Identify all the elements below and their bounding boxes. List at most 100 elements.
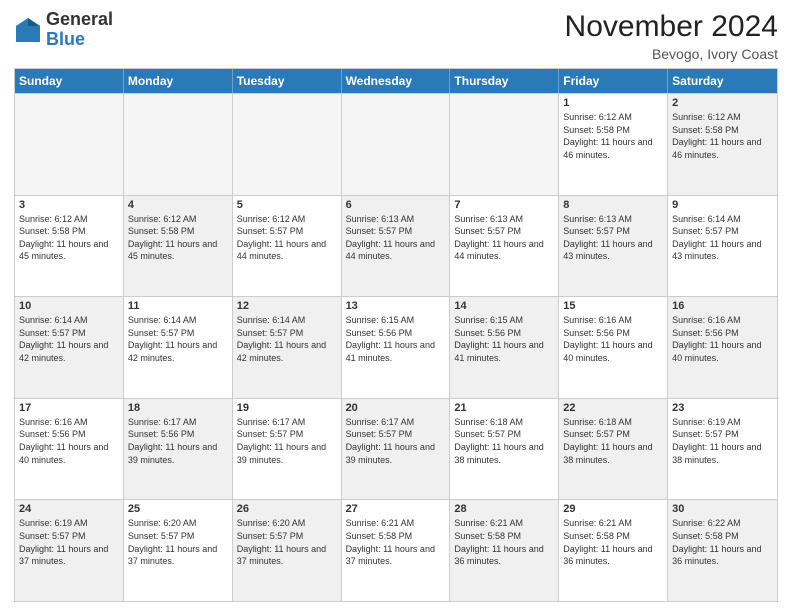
calendar-cell: [124, 94, 233, 195]
calendar-cell: [233, 94, 342, 195]
month-title: November 2024: [565, 10, 778, 44]
header-friday: Friday: [559, 69, 668, 93]
calendar-row-2: 3 Sunrise: 6:12 AM Sunset: 5:58 PM Daylig…: [15, 195, 777, 297]
calendar-cell: 20 Sunrise: 6:17 AM Sunset: 5:57 PM Dayli…: [342, 399, 451, 500]
logo-icon: [14, 16, 42, 44]
cell-info: Sunrise: 6:17 AM Sunset: 5:57 PM Dayligh…: [346, 416, 446, 466]
logo: General Blue: [14, 10, 113, 50]
cell-info: Sunrise: 6:18 AM Sunset: 5:57 PM Dayligh…: [563, 416, 663, 466]
calendar-cell: 11 Sunrise: 6:14 AM Sunset: 5:57 PM Dayli…: [124, 297, 233, 398]
cell-info: Sunrise: 6:20 AM Sunset: 5:57 PM Dayligh…: [237, 517, 337, 567]
cell-info: Sunrise: 6:12 AM Sunset: 5:57 PM Dayligh…: [237, 213, 337, 263]
cell-info: Sunrise: 6:22 AM Sunset: 5:58 PM Dayligh…: [672, 517, 773, 567]
day-number: 8: [563, 199, 663, 211]
calendar-cell: [342, 94, 451, 195]
cell-info: Sunrise: 6:21 AM Sunset: 5:58 PM Dayligh…: [454, 517, 554, 567]
calendar-cell: 24 Sunrise: 6:19 AM Sunset: 5:57 PM Dayli…: [15, 500, 124, 601]
day-number: 22: [563, 402, 663, 414]
cell-info: Sunrise: 6:16 AM Sunset: 5:56 PM Dayligh…: [672, 314, 773, 364]
calendar-cell: 18 Sunrise: 6:17 AM Sunset: 5:56 PM Dayli…: [124, 399, 233, 500]
calendar-cell: 3 Sunrise: 6:12 AM Sunset: 5:58 PM Daylig…: [15, 196, 124, 297]
day-number: 1: [563, 97, 663, 109]
day-number: 24: [19, 503, 119, 515]
page: General Blue November 2024 Bevogo, Ivory…: [0, 0, 792, 612]
day-number: 10: [19, 300, 119, 312]
calendar-cell: 4Sunrise: 6:12 AM Sunset: 5:58 PM Daylig…: [124, 196, 233, 297]
cell-info: Sunrise: 6:17 AM Sunset: 5:56 PM Dayligh…: [128, 416, 228, 466]
calendar-cell: 23Sunrise: 6:19 AM Sunset: 5:57 PM Dayli…: [668, 399, 777, 500]
calendar-cell: [15, 94, 124, 195]
day-number: 7: [454, 199, 554, 211]
calendar-cell: 2Sunrise: 6:12 AM Sunset: 5:58 PM Daylig…: [668, 94, 777, 195]
cell-info: Sunrise: 6:16 AM Sunset: 5:56 PM Dayligh…: [19, 416, 119, 466]
cell-info: Sunrise: 6:16 AM Sunset: 5:56 PM Dayligh…: [563, 314, 663, 364]
calendar-header: Sunday Monday Tuesday Wednesday Thursday…: [15, 69, 777, 93]
calendar-cell: 5 Sunrise: 6:12 AM Sunset: 5:57 PM Daylig…: [233, 196, 342, 297]
day-number: 28: [454, 503, 554, 515]
day-number: 27: [346, 503, 446, 515]
cell-info: Sunrise: 6:17 AM Sunset: 5:57 PM Dayligh…: [237, 416, 337, 466]
logo-text: General Blue: [46, 10, 113, 50]
header: General Blue November 2024 Bevogo, Ivory…: [14, 10, 778, 62]
day-number: 5: [237, 199, 337, 211]
calendar-cell: 27Sunrise: 6:21 AM Sunset: 5:58 PM Dayli…: [342, 500, 451, 601]
calendar-cell: 16 Sunrise: 6:16 AM Sunset: 5:56 PM Dayli…: [668, 297, 777, 398]
calendar-cell: 22 Sunrise: 6:18 AM Sunset: 5:57 PM Dayli…: [559, 399, 668, 500]
day-number: 20: [346, 402, 446, 414]
day-number: 15: [563, 300, 663, 312]
day-number: 18: [128, 402, 228, 414]
cell-info: Sunrise: 6:12 AM Sunset: 5:58 PM Dayligh…: [672, 111, 773, 161]
calendar-body: 1 Sunrise: 6:12 AM Sunset: 5:58 PM Daylig…: [15, 93, 777, 601]
calendar-row-4: 17Sunrise: 6:16 AM Sunset: 5:56 PM Dayli…: [15, 398, 777, 500]
cell-info: Sunrise: 6:14 AM Sunset: 5:57 PM Dayligh…: [672, 213, 773, 263]
title-area: November 2024 Bevogo, Ivory Coast: [565, 10, 778, 62]
cell-info: Sunrise: 6:14 AM Sunset: 5:57 PM Dayligh…: [237, 314, 337, 364]
calendar-cell: 10 Sunrise: 6:14 AM Sunset: 5:57 PM Dayli…: [15, 297, 124, 398]
header-tuesday: Tuesday: [233, 69, 342, 93]
day-number: 21: [454, 402, 554, 414]
cell-info: Sunrise: 6:12 AM Sunset: 5:58 PM Dayligh…: [563, 111, 663, 161]
calendar-cell: 28 Sunrise: 6:21 AM Sunset: 5:58 PM Dayli…: [450, 500, 559, 601]
cell-info: Sunrise: 6:12 AM Sunset: 5:58 PM Dayligh…: [19, 213, 119, 263]
cell-info: Sunrise: 6:14 AM Sunset: 5:57 PM Dayligh…: [19, 314, 119, 364]
day-number: 9: [672, 199, 773, 211]
calendar-cell: 1 Sunrise: 6:12 AM Sunset: 5:58 PM Daylig…: [559, 94, 668, 195]
header-monday: Monday: [124, 69, 233, 93]
calendar-row-3: 10 Sunrise: 6:14 AM Sunset: 5:57 PM Dayli…: [15, 296, 777, 398]
header-sunday: Sunday: [15, 69, 124, 93]
logo-blue: Blue: [46, 29, 85, 49]
day-number: 19: [237, 402, 337, 414]
cell-info: Sunrise: 6:20 AM Sunset: 5:57 PM Dayligh…: [128, 517, 228, 567]
calendar-cell: 12Sunrise: 6:14 AM Sunset: 5:57 PM Dayli…: [233, 297, 342, 398]
calendar-cell: 19 Sunrise: 6:17 AM Sunset: 5:57 PM Dayli…: [233, 399, 342, 500]
calendar-row-5: 24 Sunrise: 6:19 AM Sunset: 5:57 PM Dayli…: [15, 499, 777, 601]
logo-general: General: [46, 9, 113, 29]
day-number: 3: [19, 199, 119, 211]
cell-info: Sunrise: 6:19 AM Sunset: 5:57 PM Dayligh…: [672, 416, 773, 466]
calendar-cell: 13 Sunrise: 6:15 AM Sunset: 5:56 PM Dayli…: [342, 297, 451, 398]
cell-info: Sunrise: 6:13 AM Sunset: 5:57 PM Dayligh…: [454, 213, 554, 263]
cell-info: Sunrise: 6:21 AM Sunset: 5:58 PM Dayligh…: [563, 517, 663, 567]
cell-info: Sunrise: 6:14 AM Sunset: 5:57 PM Dayligh…: [128, 314, 228, 364]
day-number: 25: [128, 503, 228, 515]
calendar-row-1: 1 Sunrise: 6:12 AM Sunset: 5:58 PM Daylig…: [15, 93, 777, 195]
header-thursday: Thursday: [450, 69, 559, 93]
day-number: 6: [346, 199, 446, 211]
cell-info: Sunrise: 6:15 AM Sunset: 5:56 PM Dayligh…: [454, 314, 554, 364]
day-number: 11: [128, 300, 228, 312]
cell-info: Sunrise: 6:13 AM Sunset: 5:57 PM Dayligh…: [563, 213, 663, 263]
calendar-cell: 17Sunrise: 6:16 AM Sunset: 5:56 PM Dayli…: [15, 399, 124, 500]
calendar-cell: 7 Sunrise: 6:13 AM Sunset: 5:57 PM Daylig…: [450, 196, 559, 297]
day-number: 16: [672, 300, 773, 312]
day-number: 30: [672, 503, 773, 515]
day-number: 13: [346, 300, 446, 312]
calendar-cell: 15 Sunrise: 6:16 AM Sunset: 5:56 PM Dayli…: [559, 297, 668, 398]
calendar-cell: 29 Sunrise: 6:21 AM Sunset: 5:58 PM Dayli…: [559, 500, 668, 601]
day-number: 29: [563, 503, 663, 515]
cell-info: Sunrise: 6:19 AM Sunset: 5:57 PM Dayligh…: [19, 517, 119, 567]
cell-info: Sunrise: 6:15 AM Sunset: 5:56 PM Dayligh…: [346, 314, 446, 364]
header-wednesday: Wednesday: [342, 69, 451, 93]
calendar-cell: 26Sunrise: 6:20 AM Sunset: 5:57 PM Dayli…: [233, 500, 342, 601]
header-saturday: Saturday: [668, 69, 777, 93]
calendar-cell: 14Sunrise: 6:15 AM Sunset: 5:56 PM Dayli…: [450, 297, 559, 398]
